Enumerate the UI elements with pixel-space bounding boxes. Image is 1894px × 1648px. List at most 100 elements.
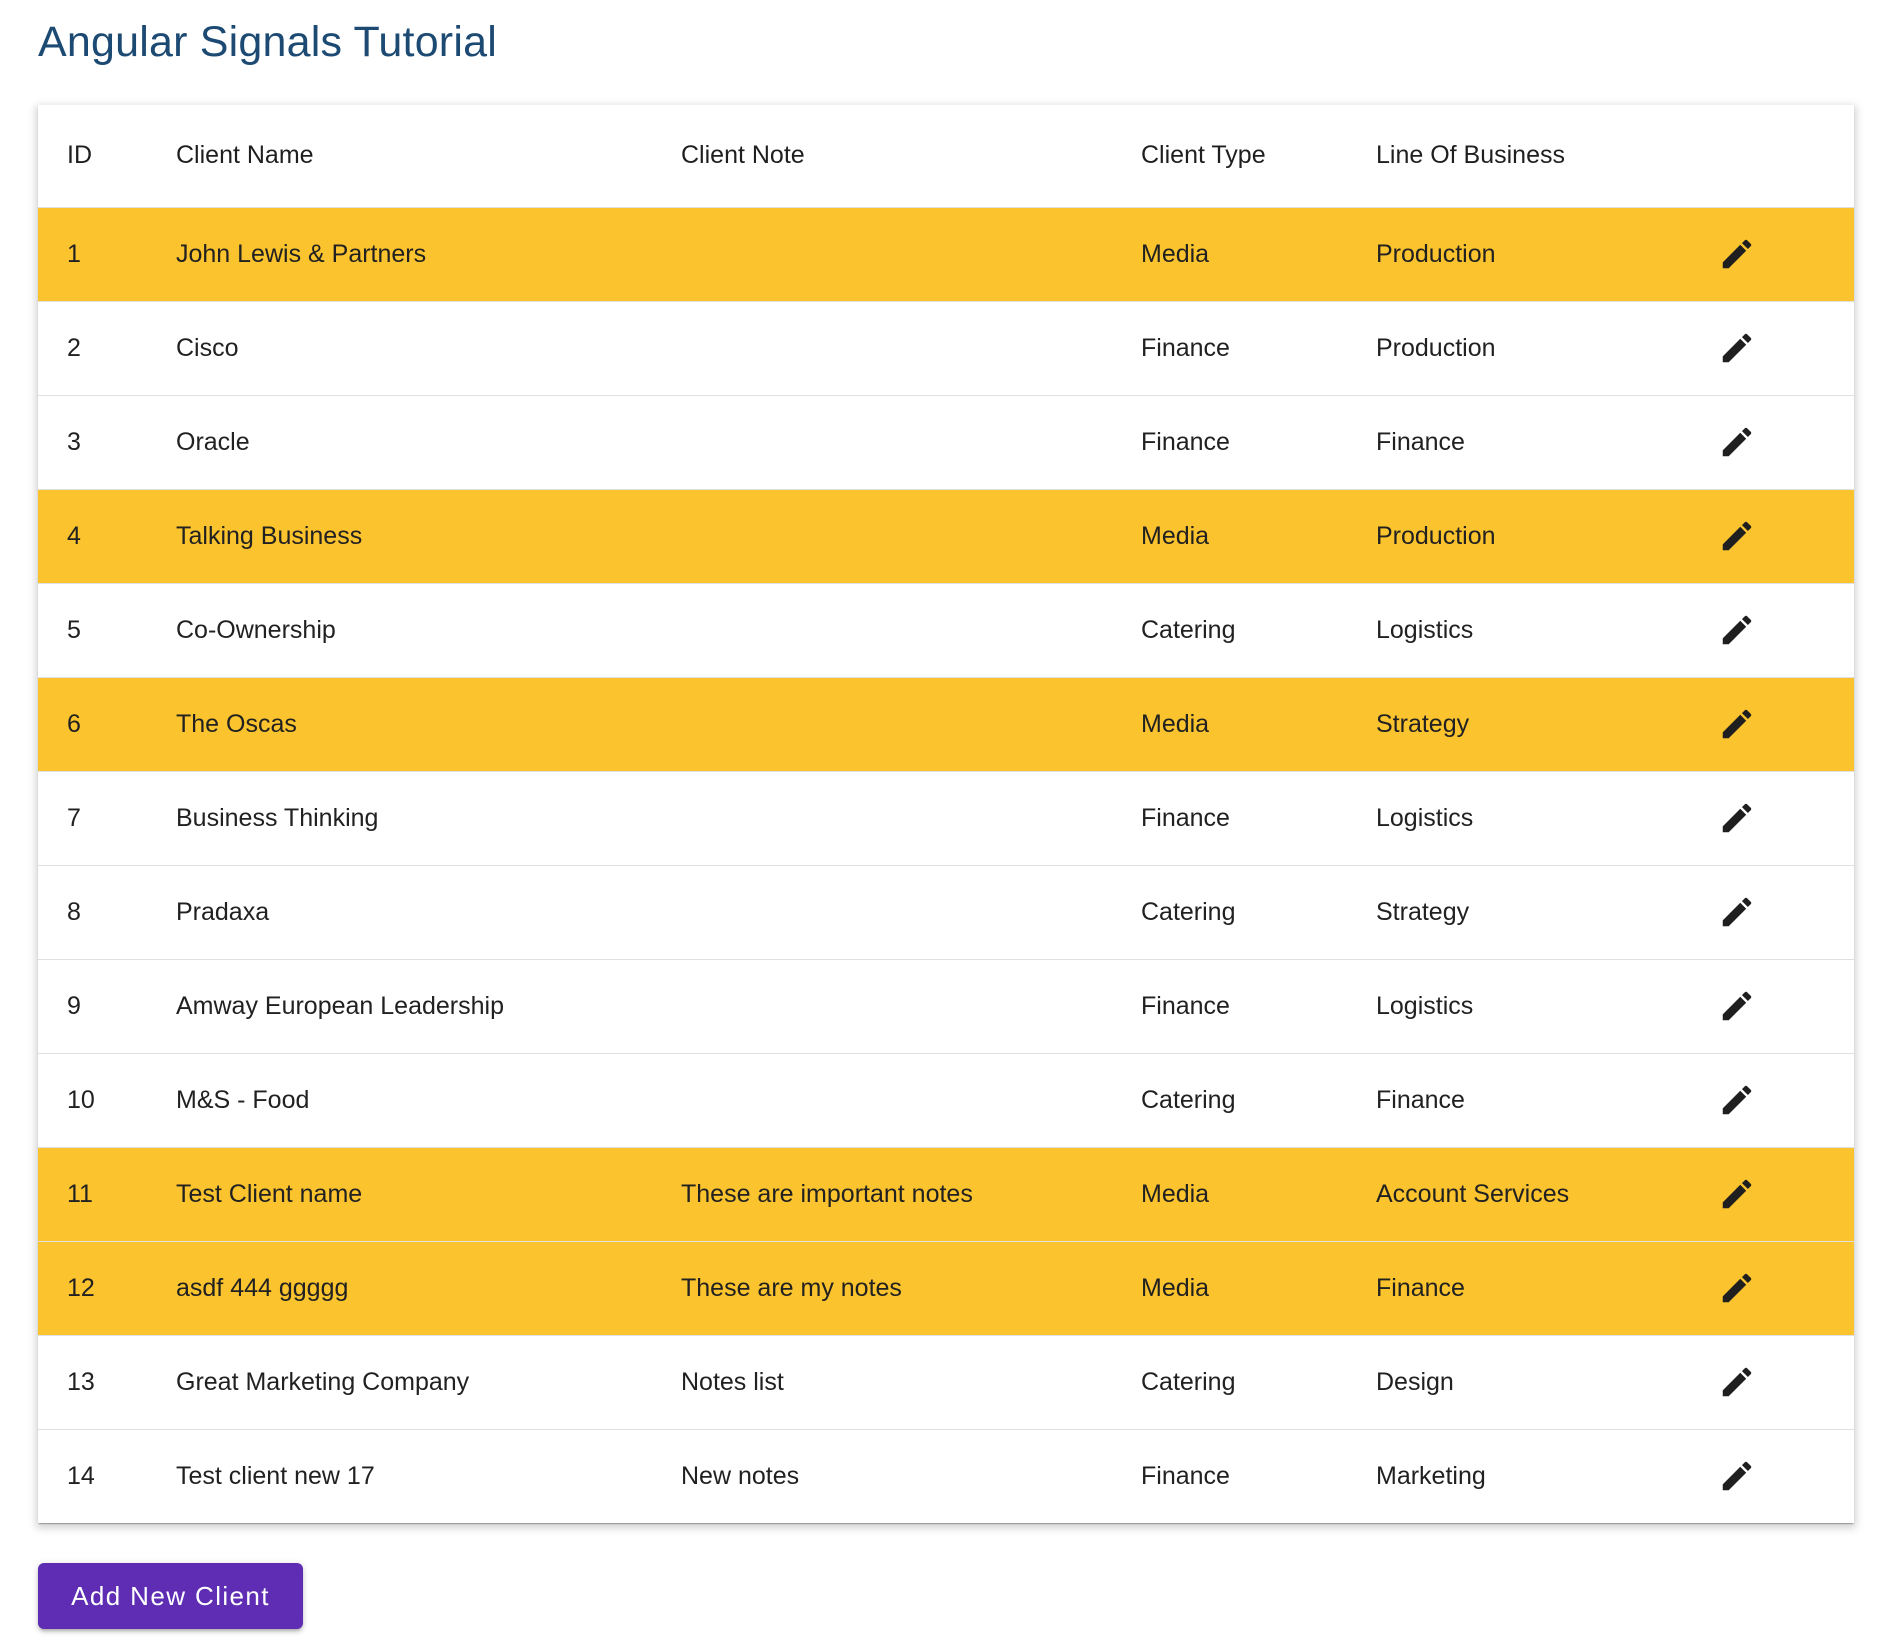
cell-actions <box>1716 1147 1854 1241</box>
cell-client-name: Business Thinking <box>176 803 379 832</box>
cell-client-name: Co-Ownership <box>176 615 336 644</box>
cell-id: 8 <box>67 897 81 926</box>
cell-actions <box>1716 959 1854 1053</box>
cell-client-type: Finance <box>1141 333 1230 362</box>
cell-line-of-business: Marketing <box>1376 1461 1486 1490</box>
edit-icon <box>1722 803 1752 833</box>
cell-client-name: Test Client name <box>176 1179 363 1208</box>
cell-client-note: These are my notes <box>681 1273 902 1302</box>
edit-row-button[interactable] <box>1716 1261 1764 1315</box>
table-row[interactable]: 8 Pradaxa Catering Strategy <box>38 865 1854 959</box>
cell-client-name: John Lewis & Partners <box>176 239 427 268</box>
edit-row-button[interactable] <box>1716 603 1764 657</box>
cell-client-name: Cisco <box>176 333 239 362</box>
table-row[interactable]: 2 Cisco Finance Production <box>38 301 1854 395</box>
edit-row-button[interactable] <box>1716 1449 1764 1503</box>
cell-line-of-business: Design <box>1376 1367 1454 1396</box>
cell-id: 1 <box>67 239 81 268</box>
cell-client-note: New notes <box>681 1461 800 1490</box>
cell-id: 5 <box>67 615 81 644</box>
cell-client-type: Catering <box>1141 897 1236 926</box>
table-row[interactable]: 11 Test Client name These are important no… <box>38 1147 1854 1241</box>
table-row[interactable]: 1 John Lewis & Partners Media Production <box>38 207 1854 301</box>
cell-line-of-business: Strategy <box>1376 897 1470 926</box>
table-row[interactable]: 5 Co-Ownership Catering Logistics <box>38 583 1854 677</box>
edit-row-button[interactable] <box>1716 227 1764 281</box>
edit-row-button[interactable] <box>1716 1073 1764 1127</box>
cell-client-note <box>681 583 1141 677</box>
edit-row-button[interactable] <box>1716 321 1764 375</box>
edit-icon <box>1722 521 1752 551</box>
column-header-actions <box>1716 105 1854 207</box>
table-row[interactable]: 10 M&S - Food Catering Finance <box>38 1053 1854 1147</box>
edit-icon <box>1722 239 1752 269</box>
cell-client-name: Talking Business <box>176 521 363 550</box>
cell-actions <box>1716 1241 1854 1335</box>
cell-line-of-business: Finance <box>1376 1273 1465 1302</box>
edit-row-button[interactable] <box>1716 979 1764 1033</box>
cell-client-note <box>681 677 1141 771</box>
table-row[interactable]: 9 Amway European Leadership Finance Logisti… <box>38 959 1854 1053</box>
edit-row-button[interactable] <box>1716 885 1764 939</box>
edit-icon <box>1722 1367 1752 1397</box>
edit-row-button[interactable] <box>1716 415 1764 469</box>
cell-client-name: Test client new 17 <box>176 1461 375 1490</box>
cell-client-type: Media <box>1141 1273 1210 1302</box>
edit-icon <box>1722 615 1752 645</box>
cell-id: 10 <box>67 1085 95 1114</box>
header-row: ID Client Name Client Note Client Type L… <box>38 105 1854 207</box>
cell-client-type: Media <box>1141 521 1210 550</box>
table-row[interactable]: 7 Business Thinking Finance Logistics <box>38 771 1854 865</box>
cell-id: 12 <box>67 1273 95 1302</box>
cell-id: 6 <box>67 709 81 738</box>
cell-actions <box>1716 1429 1854 1523</box>
edit-row-button[interactable] <box>1716 1167 1764 1221</box>
cell-id: 4 <box>67 521 81 550</box>
cell-client-type: Catering <box>1141 1085 1236 1114</box>
edit-row-button[interactable] <box>1716 791 1764 845</box>
cell-line-of-business: Finance <box>1376 1085 1465 1114</box>
cell-client-name: Oracle <box>176 427 250 456</box>
edit-row-button[interactable] <box>1716 1355 1764 1409</box>
edit-icon <box>1722 991 1752 1021</box>
column-header-client-name: Client Name <box>176 141 314 170</box>
column-header-client-note: Client Note <box>681 141 805 170</box>
cell-id: 9 <box>67 991 81 1020</box>
table-body: 1 John Lewis & Partners Media Production 2 Ci… <box>38 207 1854 1523</box>
cell-line-of-business: Logistics <box>1376 803 1474 832</box>
cell-id: 7 <box>67 803 81 832</box>
cell-client-type: Catering <box>1141 1367 1236 1396</box>
cell-client-name: Amway European Leadership <box>176 991 504 1020</box>
cell-client-note <box>681 771 1141 865</box>
edit-row-button[interactable] <box>1716 697 1764 751</box>
table-row[interactable]: 4 Talking Business Media Production <box>38 489 1854 583</box>
table-row[interactable]: 6 The Oscas Media Strategy <box>38 677 1854 771</box>
edit-icon <box>1722 1461 1752 1491</box>
cell-client-type: Finance <box>1141 803 1230 832</box>
cell-client-note <box>681 301 1141 395</box>
cell-client-note <box>681 489 1141 583</box>
cell-client-note <box>681 207 1141 301</box>
column-header-id: ID <box>67 141 92 170</box>
cell-client-type: Media <box>1141 239 1210 268</box>
table-row[interactable]: 14 Test client new 17 New notes Finance Mark… <box>38 1429 1854 1523</box>
cell-id: 2 <box>67 333 81 362</box>
cell-client-type: Catering <box>1141 615 1236 644</box>
cell-client-note <box>681 1053 1141 1147</box>
edit-icon <box>1722 709 1752 739</box>
cell-id: 3 <box>67 427 81 456</box>
cell-actions <box>1716 1335 1854 1429</box>
table-row[interactable]: 3 Oracle Finance Finance <box>38 395 1854 489</box>
cell-client-note <box>681 959 1141 1053</box>
cell-line-of-business: Logistics <box>1376 615 1474 644</box>
table-row[interactable]: 12 asdf 444 ggggg These are my notes Media F… <box>38 1241 1854 1335</box>
edit-row-button[interactable] <box>1716 509 1764 563</box>
cell-client-note: These are important notes <box>681 1179 973 1208</box>
edit-icon <box>1722 1085 1752 1115</box>
edit-icon <box>1722 897 1752 927</box>
table-row[interactable]: 13 Great Marketing Company Notes list Cater… <box>38 1335 1854 1429</box>
cell-actions <box>1716 583 1854 677</box>
cell-client-name: asdf 444 ggggg <box>176 1273 349 1302</box>
add-new-client-button[interactable]: Add New Client <box>38 1563 303 1629</box>
cell-client-type: Finance <box>1141 991 1230 1020</box>
